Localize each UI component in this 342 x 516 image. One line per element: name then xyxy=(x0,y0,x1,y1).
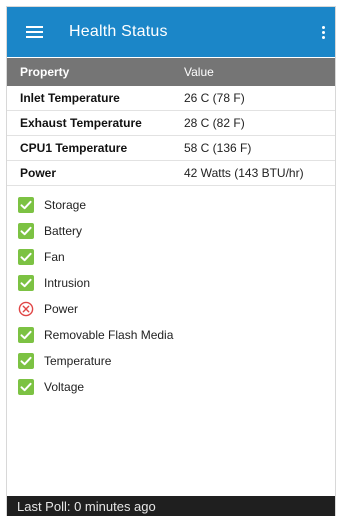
property-cell: CPU1 Temperature xyxy=(20,141,128,155)
table-header: Property Value xyxy=(7,58,335,86)
table-row: Power 42 Watts (143 BTU/hr) xyxy=(7,161,335,186)
status-label: Power xyxy=(44,302,79,316)
status-list: Storage Battery Fan Intrusion Power Remo… xyxy=(7,192,335,400)
last-poll-text: Last Poll: 0 minutes ago xyxy=(17,498,156,514)
status-label: Storage xyxy=(44,198,87,212)
value-cell: 42 Watts (143 BTU/hr) xyxy=(184,166,304,180)
error-x-icon xyxy=(18,301,34,317)
check-icon xyxy=(18,353,34,369)
table-row: CPU1 Temperature 58 C (136 F) xyxy=(7,136,335,161)
overflow-dot xyxy=(321,25,325,29)
status-label: Battery xyxy=(44,224,83,238)
app-bar: Health Status xyxy=(7,7,335,57)
status-item-removable-flash-media[interactable]: Removable Flash Media xyxy=(7,322,335,348)
check-icon xyxy=(18,379,34,395)
status-item-fan[interactable]: Fan xyxy=(7,244,335,270)
status-item-storage[interactable]: Storage xyxy=(7,192,335,218)
check-icon xyxy=(18,249,34,265)
table-row: Exhaust Temperature 28 C (82 F) xyxy=(7,111,335,136)
status-item-voltage[interactable]: Voltage xyxy=(7,374,335,400)
status-item-intrusion[interactable]: Intrusion xyxy=(7,270,335,296)
check-icon xyxy=(18,275,34,291)
value-cell: 28 C (82 F) xyxy=(184,116,245,130)
value-cell: 26 C (78 F) xyxy=(184,91,245,105)
page-title: Health Status xyxy=(69,23,168,40)
status-label: Fan xyxy=(44,250,65,264)
check-icon xyxy=(18,223,34,239)
last-poll-bar: Last Poll: 0 minutes ago xyxy=(7,496,335,516)
table-row: Inlet Temperature 26 C (78 F) xyxy=(7,86,335,111)
properties-table: Inlet Temperature 26 C (78 F) Exhaust Te… xyxy=(7,86,335,186)
property-cell: Exhaust Temperature xyxy=(20,116,142,130)
status-label: Temperature xyxy=(44,354,112,368)
check-icon xyxy=(18,197,34,213)
property-cell: Inlet Temperature xyxy=(20,91,120,105)
hamburger-menu-icon xyxy=(25,26,43,38)
status-item-temperature[interactable]: Temperature xyxy=(7,348,335,374)
menu-button[interactable] xyxy=(7,7,61,57)
status-label: Removable Flash Media xyxy=(44,328,174,342)
column-header-value: Value xyxy=(184,65,214,79)
column-header-property: Property xyxy=(20,65,70,79)
property-cell: Power xyxy=(20,166,57,180)
value-cell: 58 C (136 F) xyxy=(184,141,252,155)
status-item-power[interactable]: Power xyxy=(7,296,335,322)
check-icon xyxy=(18,327,34,343)
status-item-battery[interactable]: Battery xyxy=(7,218,335,244)
overflow-dot xyxy=(321,30,325,34)
overflow-menu-button[interactable] xyxy=(311,7,335,57)
status-label: Voltage xyxy=(44,380,85,394)
status-label: Intrusion xyxy=(44,276,91,290)
overflow-dot xyxy=(321,35,325,39)
app-window: Health Status Property Value Inlet Tempe… xyxy=(7,7,335,516)
